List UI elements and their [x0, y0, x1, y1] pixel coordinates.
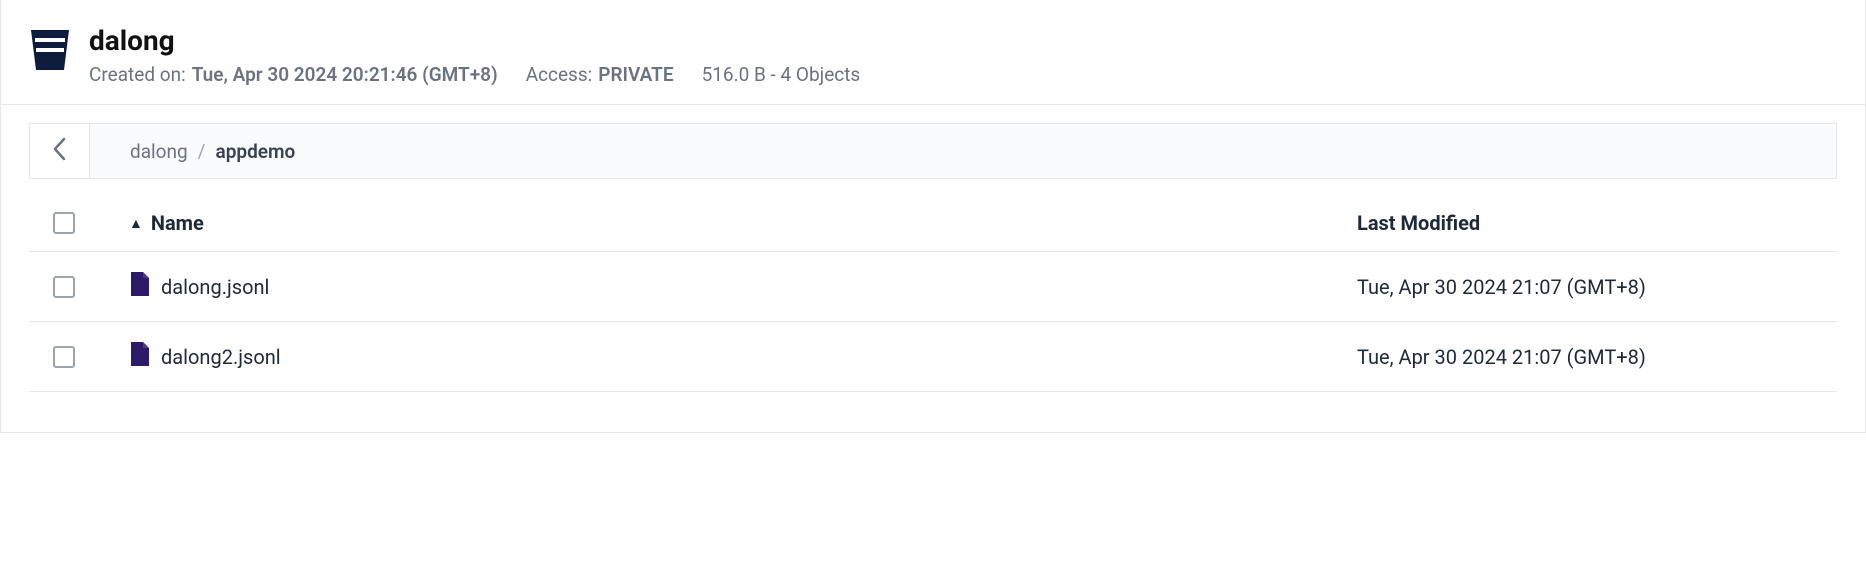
sort-asc-icon: ▲: [129, 215, 143, 232]
modified-column-header[interactable]: Last Modified: [1357, 211, 1837, 235]
row-checkbox[interactable]: [53, 346, 75, 368]
bucket-header: dalong Created on: Tue, Apr 30 2024 20:2…: [1, 0, 1865, 105]
bucket-title: dalong: [89, 24, 860, 57]
access-meta: Access: PRIVATE: [526, 63, 674, 86]
row-checkbox-cell: [29, 276, 99, 298]
breadcrumb: dalong / appdemo: [90, 124, 295, 178]
file-name: dalong2.jsonl: [161, 345, 281, 369]
breadcrumb-root-link[interactable]: dalong: [130, 140, 188, 163]
select-all-cell: [29, 212, 99, 234]
bucket-icon: [29, 26, 71, 76]
access-label: Access:: [526, 63, 593, 86]
table-row[interactable]: dalong2.jsonl Tue, Apr 30 2024 21:07 (GM…: [29, 322, 1837, 392]
row-checkbox[interactable]: [53, 276, 75, 298]
modified-column-label: Last Modified: [1357, 211, 1480, 235]
access-value: PRIVATE: [598, 63, 673, 86]
file-icon: [129, 270, 151, 303]
breadcrumb-current: appdemo: [216, 140, 296, 163]
file-modified: Tue, Apr 30 2024 21:07 (GMT+8): [1357, 275, 1837, 299]
file-name-cell: dalong.jsonl: [99, 270, 1357, 303]
name-column-header[interactable]: ▲ Name: [99, 211, 1357, 235]
select-all-checkbox[interactable]: [53, 212, 75, 234]
file-icon: [129, 340, 151, 373]
breadcrumb-bar: dalong / appdemo: [29, 123, 1837, 179]
created-label: Created on:: [89, 63, 186, 86]
chevron-left-icon: [51, 135, 69, 167]
bucket-meta-row: Created on: Tue, Apr 30 2024 20:21:46 (G…: [89, 63, 860, 86]
size-objects-stat: 516.0 B - 4 Objects: [702, 63, 861, 86]
file-name: dalong.jsonl: [161, 275, 269, 299]
back-button[interactable]: [30, 124, 90, 178]
table-header-row: ▲ Name Last Modified: [29, 195, 1837, 252]
bucket-browser-container: dalong Created on: Tue, Apr 30 2024 20:2…: [0, 0, 1866, 433]
name-column-label: Name: [151, 211, 204, 235]
object-browser: dalong / appdemo ▲ Name Last Modified: [1, 105, 1865, 432]
row-checkbox-cell: [29, 346, 99, 368]
breadcrumb-separator: /: [198, 140, 206, 163]
file-name-cell: dalong2.jsonl: [99, 340, 1357, 373]
file-table: ▲ Name Last Modified: [29, 195, 1837, 392]
bucket-header-info: dalong Created on: Tue, Apr 30 2024 20:2…: [89, 24, 860, 86]
created-meta: Created on: Tue, Apr 30 2024 20:21:46 (G…: [89, 63, 498, 86]
file-modified: Tue, Apr 30 2024 21:07 (GMT+8): [1357, 345, 1837, 369]
table-row[interactable]: dalong.jsonl Tue, Apr 30 2024 21:07 (GMT…: [29, 252, 1837, 322]
created-value: Tue, Apr 30 2024 20:21:46 (GMT+8): [192, 63, 498, 86]
